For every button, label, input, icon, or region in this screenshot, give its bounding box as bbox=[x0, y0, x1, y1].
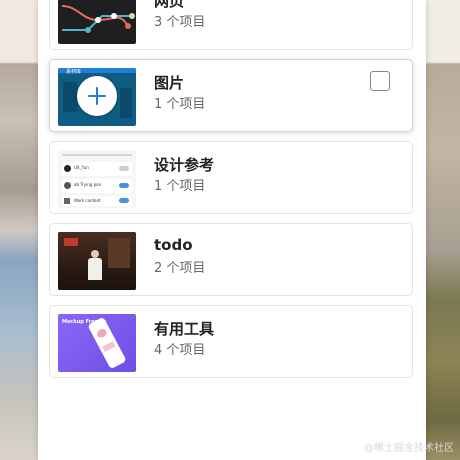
folder-item-count: 2 个项目 bbox=[154, 261, 206, 276]
red-sign bbox=[64, 238, 78, 246]
folder-title: 有用工具 bbox=[154, 320, 215, 338]
thumbnail-row: UX_Yun bbox=[62, 162, 132, 176]
folder-card-design-reference[interactable]: UX_Yun ab Trying pan Work content 设计参考 1… bbox=[49, 141, 413, 214]
folder-item-count: 1 个项目 bbox=[154, 97, 206, 112]
folder-thumbnail-design: UX_Yun ab Trying pan Work content bbox=[58, 150, 136, 208]
thumbnail-row: Work content bbox=[62, 196, 132, 206]
folder-card-useful-tools[interactable]: Mockup Frames 有用工具 4 个项目 bbox=[49, 305, 413, 378]
folder-item-count: 1 个项目 bbox=[154, 179, 206, 194]
toggle-icon bbox=[119, 166, 129, 171]
plus-icon bbox=[88, 87, 106, 105]
watermark: @稀土掘金技术社区 bbox=[364, 443, 454, 454]
thumbnail-line bbox=[62, 154, 132, 156]
folder-item-count: 4 个项目 bbox=[154, 343, 206, 358]
person-head bbox=[91, 250, 99, 258]
select-checkbox[interactable] bbox=[370, 71, 390, 91]
folder-thumbnail-tools: Mockup Frames bbox=[58, 314, 136, 372]
folder-title: todo bbox=[154, 236, 193, 254]
phone-mockup bbox=[87, 316, 127, 370]
avatar bbox=[64, 165, 71, 172]
toggle-icon bbox=[119, 198, 129, 203]
folder-card-images[interactable]: 素材库 图片 1 个项目 bbox=[49, 59, 413, 132]
folder-title: 网页 bbox=[154, 0, 185, 10]
thumbnail-row-label: Work content bbox=[74, 198, 101, 203]
thumbnail-row-label: ab Trying pan bbox=[74, 182, 102, 187]
add-image-button[interactable] bbox=[77, 76, 117, 116]
avatar bbox=[64, 198, 70, 204]
folder-card-web[interactable]: 网页 3 个项目 bbox=[49, 0, 413, 50]
folder-thumbnail-web bbox=[58, 0, 136, 44]
phone-content bbox=[102, 341, 116, 352]
subway-map-thumbnail bbox=[61, 5, 135, 33]
folder-card-todo[interactable]: todo 2 个项目 bbox=[49, 223, 413, 296]
desktop-wallpaper-left bbox=[0, 0, 40, 460]
thumbnail-tag: 素材库 bbox=[66, 69, 82, 75]
thumbnail-row-label: UX_Yun bbox=[74, 165, 89, 170]
avatar bbox=[64, 182, 71, 189]
thumbnail-row: ab Trying pan bbox=[62, 179, 132, 193]
toggle-icon bbox=[119, 183, 129, 188]
thumbnail-block bbox=[63, 82, 77, 112]
thumbnail-block bbox=[120, 88, 132, 118]
folder-title: 图片 bbox=[154, 74, 185, 92]
folder-thumbnail-images: 素材库 bbox=[58, 68, 136, 126]
phone-content bbox=[95, 327, 109, 340]
folder-thumbnail-todo bbox=[58, 232, 136, 290]
person-body bbox=[88, 258, 102, 280]
desktop-wallpaper-right bbox=[426, 0, 460, 460]
folder-title: 设计参考 bbox=[154, 156, 215, 174]
folder-item-count: 3 个项目 bbox=[154, 15, 206, 30]
shelf bbox=[108, 238, 130, 268]
folder-list-panel: 网页 3 个项目 素材库 图片 1 个项目 UX_Yun ab Trying p… bbox=[38, 0, 426, 460]
